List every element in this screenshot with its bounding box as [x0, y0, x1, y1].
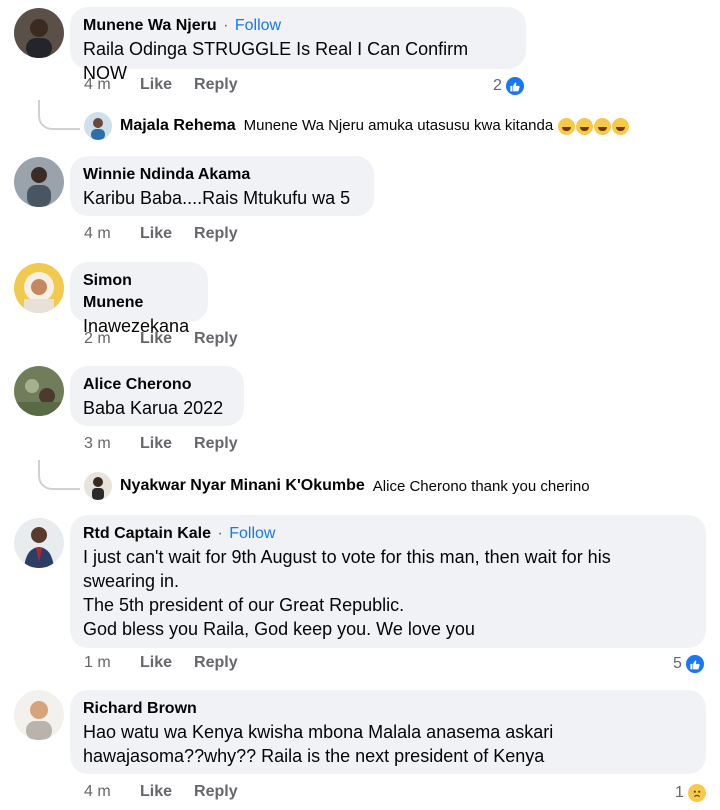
like-button[interactable]: Like [140, 330, 172, 348]
reply-author[interactable]: Nyakwar Nyar Minani K'Okumbe [120, 477, 365, 495]
timestamp[interactable]: 3 m [84, 435, 118, 453]
separator-dot: · [223, 17, 229, 34]
laughing-emoji-icon [594, 117, 612, 135]
reaction-number: 1 [675, 784, 684, 801]
reply-author[interactable]: Majala Rehema [120, 117, 236, 135]
reply-button[interactable]: Reply [194, 783, 238, 801]
comment-author[interactable]: Simon Munene [83, 270, 195, 314]
laughing-emoji-icon [576, 117, 594, 135]
reply-button[interactable]: Reply [194, 225, 238, 243]
reply-item: Majala Rehema Munene Wa Njeru amuka utas… [84, 112, 630, 140]
like-button[interactable]: Like [140, 654, 172, 672]
timestamp[interactable]: 2 m [84, 330, 118, 348]
reaction-count[interactable]: 5 [673, 653, 706, 675]
like-button[interactable]: Like [140, 76, 172, 94]
comment-text-line: The 5th president of our Great Republic. [83, 595, 405, 615]
comment-actions: 4 m Like Reply [84, 225, 238, 243]
comment-bubble: Simon Munene Inawezekana [70, 262, 208, 336]
comment-actions: 4 m Like Reply [84, 76, 238, 94]
thread-line [38, 460, 80, 490]
comment-actions: 1 m Like Reply [84, 654, 238, 672]
comment-text-line: I just can't wait for 9th August to vote… [83, 547, 611, 567]
avatar[interactable] [14, 8, 64, 58]
comment-bubble: Munene Wa Njeru · Follow Raila Odinga ST… [70, 7, 526, 83]
comment-text: Baba Karua 2022 [83, 398, 224, 418]
sad-reaction-icon [685, 782, 708, 804]
comment-text-line: God bless you Raila, God keep you. We lo… [83, 619, 475, 639]
timestamp[interactable]: 4 m [84, 783, 118, 801]
comment-bubble: Rtd Captain Kale · Follow I just can't w… [70, 515, 706, 648]
reaction-number: 2 [493, 77, 502, 94]
laughing-emoji-icon [612, 117, 630, 135]
avatar[interactable] [14, 518, 64, 568]
separator-dot: · [217, 525, 223, 542]
comment-author[interactable]: Winnie Ndinda Akama [83, 164, 361, 186]
comment-actions: 3 m Like Reply [84, 435, 238, 453]
follow-button[interactable]: Follow [235, 17, 281, 34]
avatar[interactable] [14, 366, 64, 416]
reply-button[interactable]: Reply [194, 76, 238, 94]
like-reaction-icon [503, 75, 526, 97]
comment-author[interactable]: Munene Wa Njeru [83, 17, 217, 34]
comment-bubble: Richard Brown Hao watu wa Kenya kwisha m… [70, 690, 706, 774]
avatar[interactable] [14, 157, 64, 207]
reply-button[interactable]: Reply [194, 435, 238, 453]
reaction-count[interactable]: 1 [675, 782, 708, 804]
like-button[interactable]: Like [140, 225, 172, 243]
avatar[interactable] [14, 690, 64, 740]
like-button[interactable]: Like [140, 435, 172, 453]
comment-actions: 4 m Like Reply [84, 783, 238, 801]
reply-button[interactable]: Reply [194, 654, 238, 672]
avatar[interactable] [84, 112, 112, 140]
reply-text: Alice Cherono thank you cherino [372, 477, 590, 495]
reply-text-content: Munene Wa Njeru amuka utasusu kwa kitand… [243, 117, 554, 135]
comment-text-line: hawajasoma??why?? Raila is the next pres… [83, 746, 545, 766]
timestamp[interactable]: 4 m [84, 76, 118, 94]
reaction-number: 5 [673, 655, 682, 672]
comment-text-line: Hao watu wa Kenya kwisha mbona Malala an… [83, 722, 554, 742]
comment-text: Karibu Baba....Rais Mtukufu wa 5 [83, 188, 351, 208]
avatar[interactable] [84, 472, 112, 500]
comment-bubble: Winnie Ndinda Akama Karibu Baba....Rais … [70, 156, 374, 216]
like-button[interactable]: Like [140, 783, 172, 801]
reply-button[interactable]: Reply [194, 330, 238, 348]
comment-text-line: swearing in. [83, 571, 180, 591]
thread-line [38, 100, 80, 130]
follow-button[interactable]: Follow [229, 525, 275, 542]
comment-bubble: Alice Cherono Baba Karua 2022 [70, 366, 244, 426]
timestamp[interactable]: 4 m [84, 225, 118, 243]
comment-actions: 2 m Like Reply [84, 330, 238, 348]
timestamp[interactable]: 1 m [84, 654, 118, 672]
like-reaction-icon [683, 653, 706, 675]
reaction-count[interactable]: 2 [493, 75, 526, 97]
laughing-emoji-icon [558, 117, 576, 135]
reply-text: Munene Wa Njeru amuka utasusu kwa kitand… [244, 117, 630, 135]
comment-author[interactable]: Richard Brown [83, 698, 693, 720]
comment-author[interactable]: Alice Cherono [83, 374, 231, 396]
comment-author[interactable]: Rtd Captain Kale [83, 525, 211, 542]
reply-item: Nyakwar Nyar Minani K'Okumbe Alice Chero… [84, 472, 590, 500]
avatar[interactable] [14, 263, 64, 313]
